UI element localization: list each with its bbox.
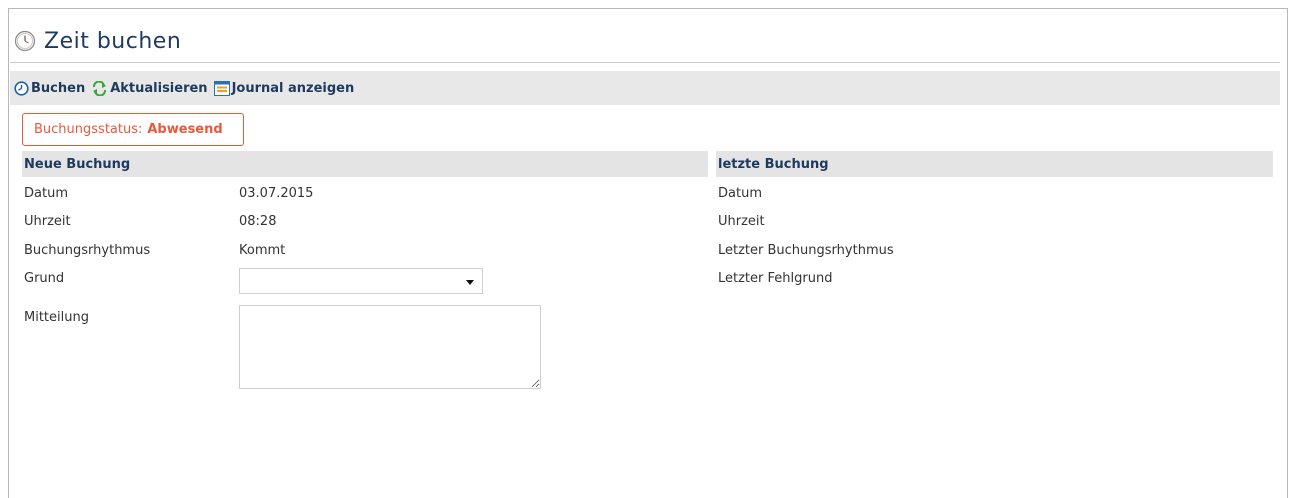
letzte-buchung-title: letzte Buchung: [718, 156, 829, 172]
clock-arrow-icon: [14, 80, 29, 96]
mitteilung-label: Mitteilung: [24, 310, 89, 325]
buchen-label: Buchen: [31, 80, 86, 96]
refresh-icon: [93, 80, 107, 96]
mitteilung-textarea[interactable]: [239, 305, 541, 389]
clock-icon: [14, 30, 36, 52]
list-icon: [213, 80, 230, 96]
grund-label: Grund: [24, 271, 65, 286]
toolbar: Buchen Aktualisieren Journal anzeigen: [10, 71, 1280, 105]
uhrzeit-label: Uhrzeit: [24, 214, 71, 229]
status-value: Abwesend: [147, 122, 223, 137]
neue-buchung-title: Neue Buchung: [24, 156, 131, 172]
aktualisieren-button[interactable]: Aktualisieren: [91, 80, 208, 96]
buchen-button[interactable]: Buchen: [14, 81, 85, 96]
letzter-buchungsrhythmus-label: Letzter Buchungsrhythmus: [718, 243, 894, 258]
section-header-letzte-buchung: letzte Buchung: [716, 151, 1273, 177]
chevron-down-icon[interactable]: [466, 280, 474, 285]
letzter-fehlgrund-label: Letzter Fehlgrund: [718, 271, 833, 286]
buchungsrhythmus-label: Buchungsrhythmus: [24, 243, 151, 258]
status-label: Buchungsstatus:: [34, 122, 143, 137]
section-header-neue-buchung: Neue Buchung: [22, 151, 708, 177]
journal-anzeigen-label: Journal anzeigen: [231, 80, 355, 96]
uhrzeit-value: 08:28: [239, 214, 277, 229]
aktualisieren-label: Aktualisieren: [110, 80, 208, 96]
datum-label: Datum: [24, 186, 68, 201]
page-header: Zeit buchen: [10, 20, 1280, 63]
buchungsrhythmus-value: Kommt: [239, 243, 286, 258]
status-badge: Buchungsstatus: Abwesend: [22, 113, 244, 146]
letzte-uhrzeit-label: Uhrzeit: [718, 214, 765, 229]
grund-select[interactable]: [239, 268, 483, 294]
journal-anzeigen-button[interactable]: Journal anzeigen: [213, 80, 355, 96]
datum-value: 03.07.2015: [239, 186, 314, 201]
page-title: Zeit buchen: [44, 28, 182, 54]
letzte-datum-label: Datum: [718, 186, 762, 201]
